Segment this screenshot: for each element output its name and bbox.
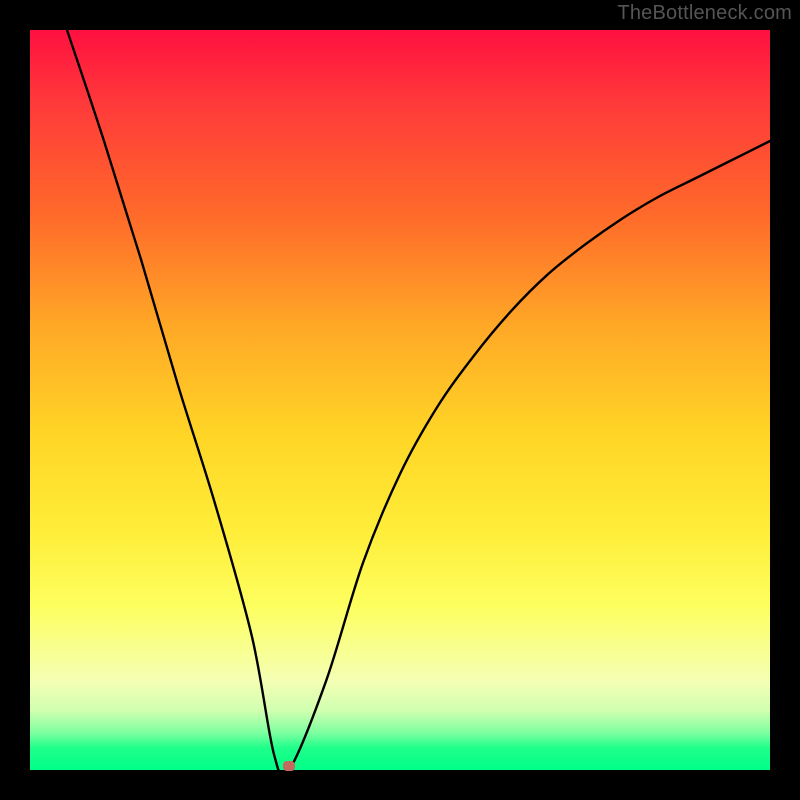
- plot-area: [30, 30, 770, 770]
- minimum-marker: [283, 761, 295, 771]
- watermark-text: TheBottleneck.com: [617, 2, 792, 25]
- chart-frame: TheBottleneck.com: [0, 0, 800, 800]
- bottleneck-curve: [30, 30, 770, 770]
